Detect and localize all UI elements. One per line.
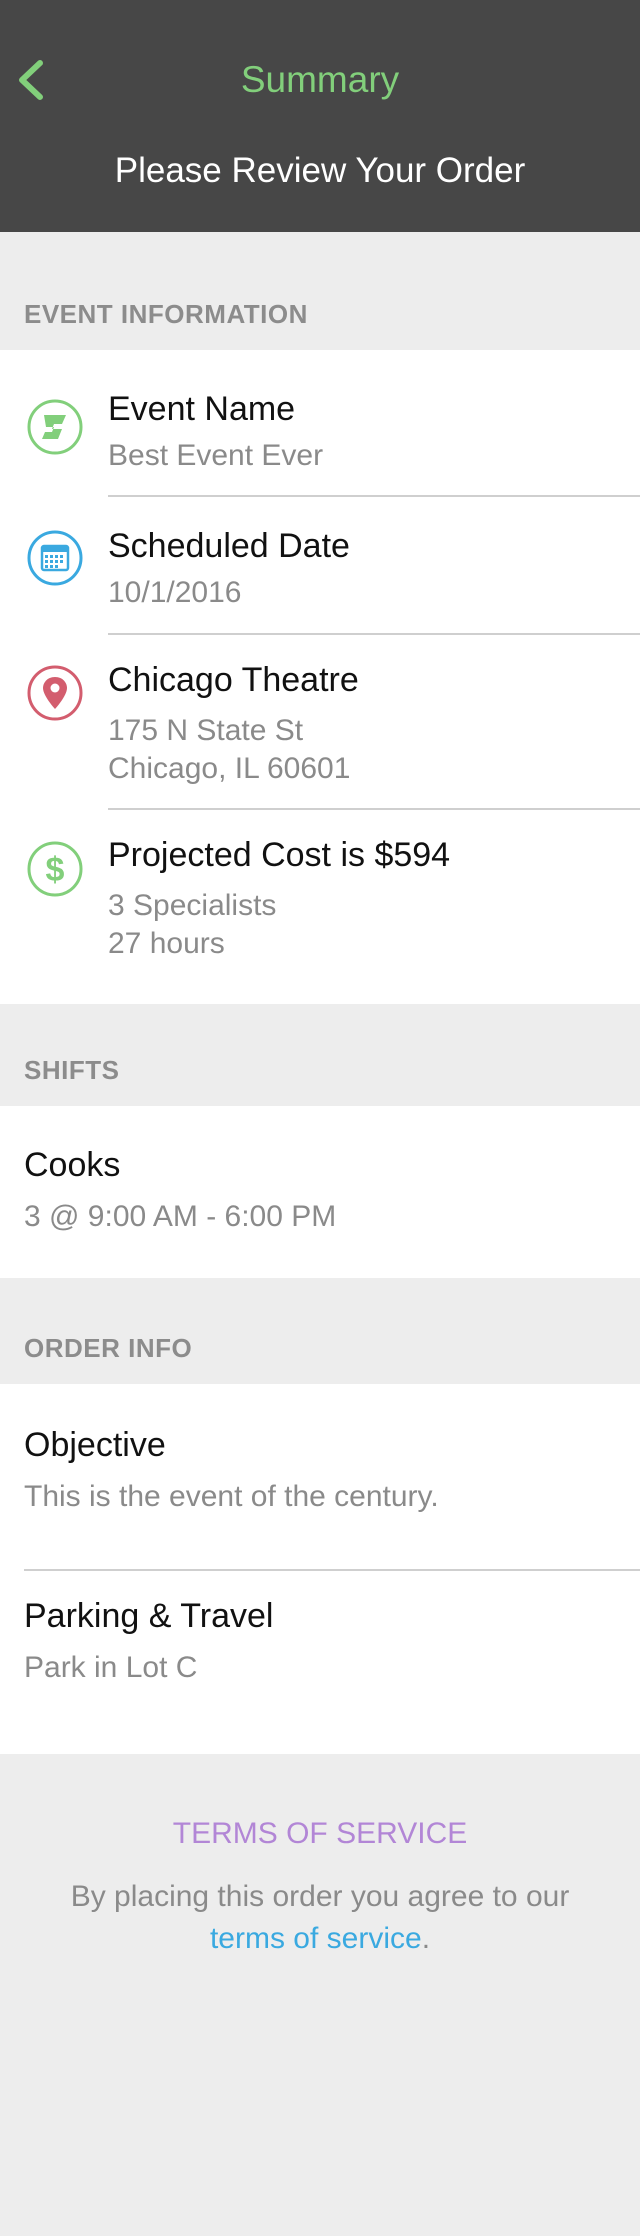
- shifts-panel: Cooks 3 @ 9:00 AM - 6:00 PM: [0, 1106, 640, 1278]
- event-information-panel: Event Name Best Event Ever Scheduled Dat…: [0, 350, 640, 1004]
- parking-travel-text: Park in Lot C: [24, 1651, 198, 1684]
- section-label-shifts: SHIFTS: [24, 1055, 120, 1085]
- page-subtitle: Please Review Your Order: [114, 151, 526, 190]
- location-address-line1: 175 N State St: [108, 714, 304, 747]
- shift-role: Cooks: [24, 1146, 121, 1184]
- objective-title: Objective: [24, 1426, 166, 1464]
- nav-header: Summary Please Review Your Order: [0, 0, 640, 232]
- hours-total: 27 hours: [108, 927, 225, 960]
- divider: [108, 633, 640, 635]
- page-title: Summary: [240, 59, 400, 100]
- event-name-title: Event Name: [108, 390, 296, 428]
- parking-travel-title: Parking & Travel: [24, 1597, 274, 1635]
- terms-of-service-heading: TERMS OF SERVICE: [172, 1817, 468, 1850]
- section-label-order-info: ORDER INFO: [24, 1333, 193, 1363]
- terms-text-after: .: [421, 1922, 431, 1955]
- location-name: Chicago Theatre: [108, 661, 359, 699]
- dollar-icon: $: [27, 841, 83, 897]
- location-address-line2: Chicago, IL 60601: [108, 752, 351, 785]
- section-label-event-information: EVENT INFORMATION: [24, 299, 308, 329]
- calendar-icon: [27, 530, 83, 586]
- order-info-panel: Objective This is the event of the centu…: [0, 1384, 640, 1754]
- event-logo-icon: [27, 399, 83, 455]
- scheduled-date-title: Scheduled Date: [108, 527, 350, 565]
- svg-text:$: $: [46, 851, 65, 889]
- projected-cost-title: Projected Cost is $594: [108, 836, 451, 874]
- shift-detail: 3 @ 9:00 AM - 6:00 PM: [24, 1200, 337, 1233]
- divider: [108, 808, 640, 810]
- specialists-count: 3 Specialists: [108, 889, 277, 922]
- scheduled-date-value: 10/1/2016: [108, 576, 242, 609]
- location-pin-icon: [27, 665, 83, 721]
- event-name-value: Best Event Ever: [108, 439, 324, 472]
- terms-text-before: By placing this order you agree to our: [70, 1880, 570, 1913]
- terms-of-service-link[interactable]: terms of service: [210, 1922, 422, 1955]
- divider: [108, 495, 640, 497]
- divider: [24, 1569, 640, 1571]
- terms-agreement-text: By placing this order you agree to our t…: [60, 1876, 580, 1960]
- objective-text: This is the event of the century.: [24, 1480, 439, 1513]
